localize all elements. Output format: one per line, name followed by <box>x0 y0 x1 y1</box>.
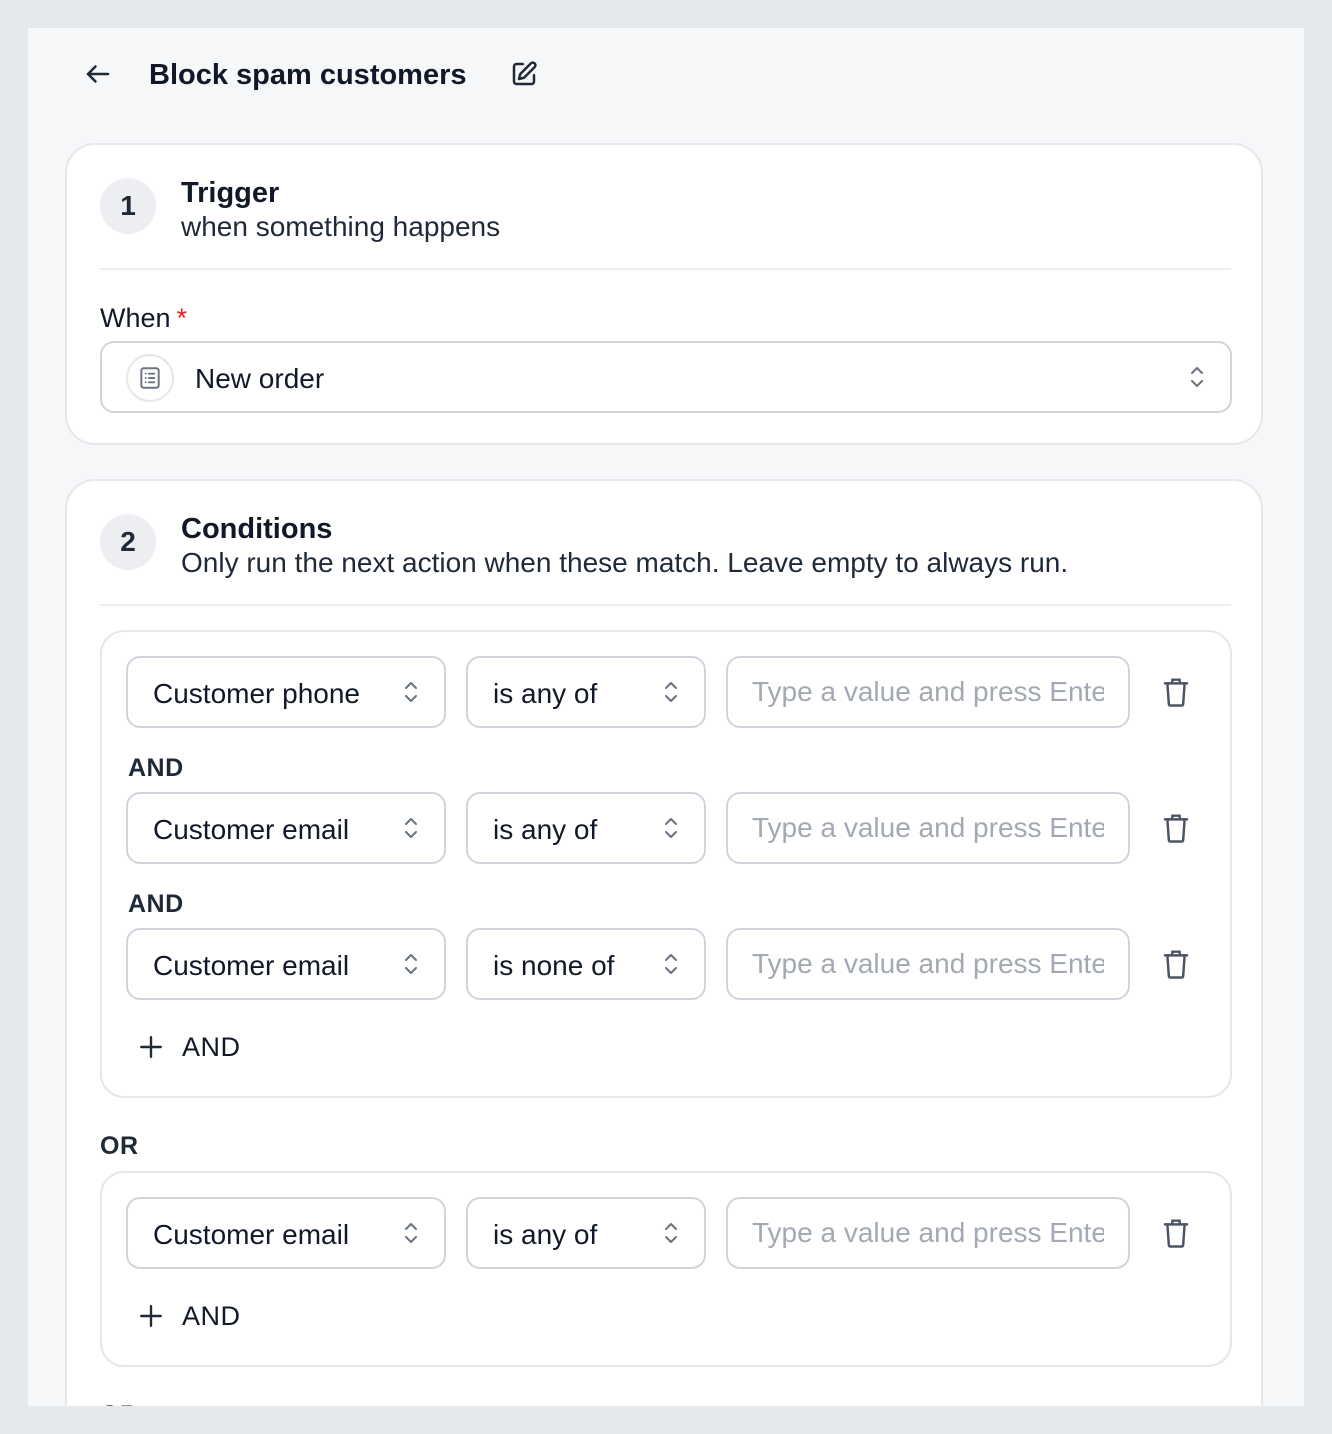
condition-field-value: Customer email <box>153 814 350 845</box>
condition-operator-select[interactable]: is any of <box>466 1197 706 1269</box>
condition-operator-select[interactable]: is any of <box>466 656 706 728</box>
edit-title-button[interactable] <box>506 56 542 92</box>
arrow-left-icon <box>86 65 110 83</box>
or-label: OR <box>100 1401 139 1406</box>
condition-group: Customer email is any of AND <box>100 1171 1232 1367</box>
plus-icon <box>140 1305 162 1327</box>
condition-row: Customer email is any of <box>126 1197 1216 1269</box>
plus-icon <box>140 1036 162 1058</box>
delete-condition-button[interactable] <box>1156 944 1196 984</box>
trigger-subtitle: when something happens <box>181 211 501 242</box>
chevron-up-down-icon <box>1191 367 1203 387</box>
condition-field-select[interactable]: Customer email <box>126 1197 446 1269</box>
chevron-up-down-icon <box>405 1223 417 1243</box>
step-number-badge: 1 <box>100 178 156 234</box>
chevron-up-down-icon <box>665 818 677 838</box>
delete-condition-button[interactable] <box>1156 672 1196 712</box>
divider <box>100 604 1231 606</box>
condition-operator-value: is any of <box>493 1219 598 1250</box>
condition-field-select[interactable]: Customer email <box>126 792 446 864</box>
trash-icon <box>1163 814 1189 843</box>
condition-operator-value: is none of <box>493 950 615 981</box>
trash-icon <box>1163 950 1189 979</box>
chevron-up-down-icon <box>405 954 417 974</box>
chevron-up-down-icon <box>665 1223 677 1243</box>
chevron-up-down-icon <box>405 682 417 702</box>
required-mark: * <box>176 303 188 333</box>
trigger-event-icon <box>126 354 174 402</box>
condition-row: Customer email is any of <box>126 792 1216 864</box>
condition-operator-value: is any of <box>493 814 598 845</box>
chevron-up-down-icon <box>665 954 677 974</box>
add-and-label: AND <box>182 1031 241 1062</box>
trigger-title: Trigger <box>181 177 280 209</box>
page-title: Block spam customers <box>149 59 467 91</box>
condition-field-value: Customer phone <box>153 678 361 709</box>
and-label: AND <box>128 890 184 918</box>
and-label: AND <box>128 754 184 782</box>
trigger-card: 1 Trigger when something happens When * N… <box>65 143 1263 445</box>
when-label-text: When <box>100 303 171 333</box>
trigger-select[interactable]: New order <box>100 341 1232 413</box>
condition-operator-select[interactable]: is none of <box>466 928 706 1000</box>
condition-operator-select[interactable]: is any of <box>466 792 706 864</box>
add-and-condition-button[interactable]: AND <box>138 1296 241 1336</box>
conditions-card: 2 Conditions Only run the next action wh… <box>65 479 1263 1406</box>
trash-icon <box>1163 1219 1189 1248</box>
condition-group: Customer phone is any of AND Customer em… <box>100 630 1232 1098</box>
back-button[interactable] <box>80 56 116 92</box>
condition-value-input[interactable] <box>726 1197 1130 1269</box>
automation-editor: Block spam customers 1 Trigger when some… <box>28 28 1304 1406</box>
trigger-selected-value: New order <box>195 363 325 394</box>
condition-field-select[interactable]: Customer email <box>126 928 446 1000</box>
page-header: Block spam customers <box>28 28 1304 128</box>
trash-icon <box>1163 678 1189 707</box>
add-and-label: AND <box>182 1300 241 1331</box>
list-icon <box>140 367 160 389</box>
edit-icon <box>512 61 537 86</box>
condition-row: Customer email is none of <box>126 928 1216 1000</box>
divider <box>100 268 1231 270</box>
chevron-up-down-icon <box>405 818 417 838</box>
delete-condition-button[interactable] <box>1156 1213 1196 1253</box>
step-number-badge: 2 <box>100 514 156 570</box>
or-label: OR <box>100 1132 139 1160</box>
condition-field-value: Customer email <box>153 950 350 981</box>
add-and-condition-button[interactable]: AND <box>138 1027 241 1067</box>
conditions-subtitle: Only run the next action when these matc… <box>181 547 1069 578</box>
condition-value-input[interactable] <box>726 656 1130 728</box>
condition-operator-value: is any of <box>493 678 598 709</box>
condition-value-input[interactable] <box>726 792 1130 864</box>
chevron-up-down-icon <box>665 682 677 702</box>
condition-field-select[interactable]: Customer phone <box>126 656 446 728</box>
when-label: When * <box>100 303 187 334</box>
condition-row: Customer phone is any of <box>126 656 1216 728</box>
condition-field-value: Customer email <box>153 1219 350 1250</box>
condition-value-input[interactable] <box>726 928 1130 1000</box>
conditions-title: Conditions <box>181 513 333 545</box>
delete-condition-button[interactable] <box>1156 808 1196 848</box>
